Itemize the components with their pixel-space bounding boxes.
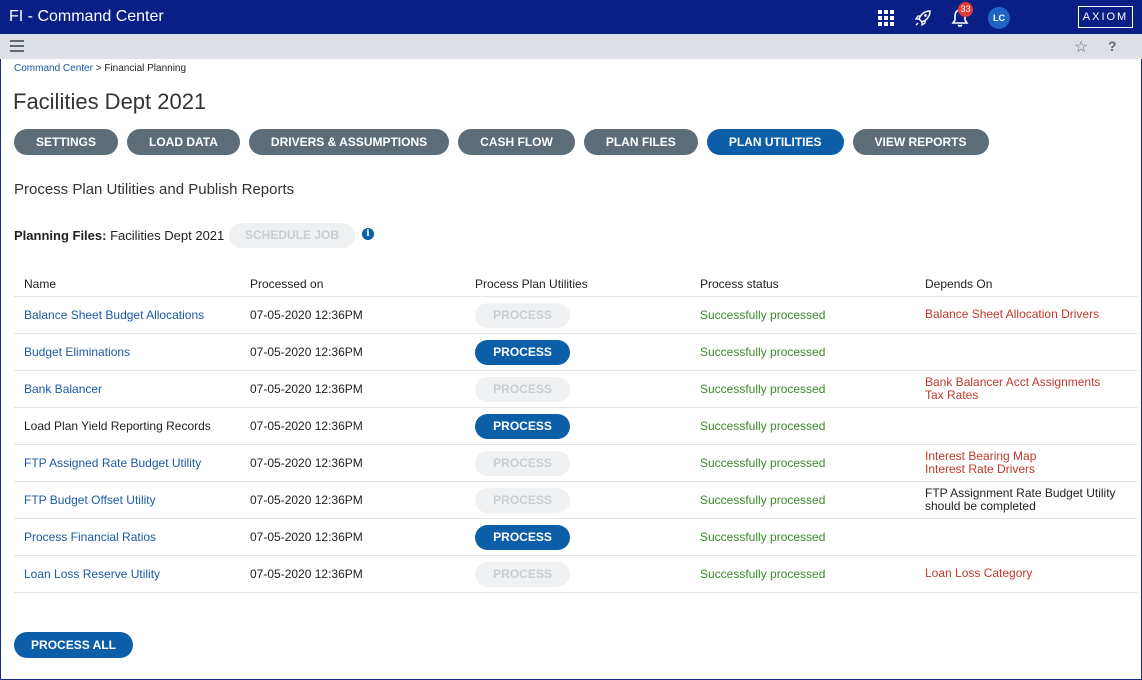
process-button: PROCESS [475, 451, 570, 476]
help-icon[interactable]: ? [1108, 38, 1117, 54]
process-button: PROCESS [475, 488, 570, 513]
process-button[interactable]: PROCESS [475, 340, 570, 365]
processed-on: 07-05-2020 12:36PM [250, 456, 363, 470]
hamburger-menu-icon[interactable] [10, 40, 24, 53]
processed-on: 07-05-2020 12:36PM [250, 419, 363, 433]
utility-name[interactable]: FTP Budget Offset Utility [24, 493, 156, 507]
processed-on: 07-05-2020 12:36PM [250, 308, 363, 322]
table-body: Balance Sheet Budget Allocations 07-05-20… [14, 297, 1138, 593]
tab-cash-flow[interactable]: CASH FLOW [458, 129, 575, 155]
tab-settings[interactable]: SETTINGS [14, 129, 119, 155]
star-icon[interactable]: ☆ [1074, 37, 1088, 57]
dependency-link[interactable]: Interest Rate Drivers [925, 463, 1036, 476]
process-status: Successfully processed [700, 382, 826, 396]
header-process[interactable]: Process Plan Utilities [475, 277, 588, 291]
breadcrumb-current: Financial Planning [104, 63, 187, 74]
breadcrumb-command-center[interactable]: Command Center [14, 63, 93, 74]
utility-name[interactable]: Bank Balancer [24, 382, 102, 396]
rocket-icon[interactable] [912, 7, 934, 29]
depends-on: Loan Loss Category [925, 567, 1032, 580]
planning-files-label: Planning Files: [14, 228, 107, 243]
planning-files-value: Facilities Dept 2021 [110, 228, 225, 243]
tab-load-data[interactable]: LOAD DATA [127, 129, 240, 155]
processed-on: 07-05-2020 12:36PM [250, 567, 363, 581]
process-button: PROCESS [475, 562, 570, 587]
notification-badge[interactable]: 33 [958, 2, 973, 17]
axiom-logo: AXIOM [1078, 6, 1133, 28]
processed-on: 07-05-2020 12:36PM [250, 345, 363, 359]
breadcrumb-separator: > [95, 63, 102, 74]
table-row: Budget Eliminations 07-05-2020 12:36PM PRO… [14, 334, 1138, 371]
utility-name[interactable]: Balance Sheet Budget Allocations [24, 308, 204, 322]
depends-on: FTP Assignment Rate Budget Utility should… [925, 487, 1116, 513]
table-row: FTP Assigned Rate Budget Utility 07-05-20… [14, 445, 1138, 482]
process-status: Successfully processed [700, 493, 826, 507]
page-title: Facilities Dept 2021 [13, 89, 207, 114]
table-row: Load Plan Yield Reporting Records 07-05-2… [14, 408, 1138, 445]
sub-toolbar: ☆ ? [0, 34, 1142, 59]
process-button[interactable]: PROCESS [475, 414, 570, 439]
table-header: Name Processed on Process Plan Utilities… [14, 270, 1138, 297]
top-bar: FI - Command Center 33 LC AXIOM [0, 0, 1142, 34]
table-row: FTP Budget Offset Utility 07-05-2020 12:3… [14, 482, 1138, 519]
dependency-note: should be completed [925, 499, 1036, 513]
breadcrumb: Command Center > Financial Planning [14, 63, 186, 74]
header-name[interactable]: Name [24, 277, 56, 291]
dependency-link[interactable]: Balance Sheet Allocation Drivers [925, 308, 1099, 321]
processed-on: 07-05-2020 12:36PM [250, 493, 363, 507]
process-status: Successfully processed [700, 419, 826, 433]
tab-plan-utilities[interactable]: PLAN UTILITIES [706, 129, 844, 155]
utility-name[interactable]: Budget Eliminations [24, 345, 130, 359]
process-button: PROCESS [475, 303, 570, 328]
process-status: Successfully processed [700, 530, 826, 544]
process-status: Successfully processed [700, 308, 826, 322]
info-icon[interactable]: i [362, 228, 374, 240]
utility-name[interactable]: Loan Loss Reserve Utility [24, 567, 160, 581]
table-row: Balance Sheet Budget Allocations 07-05-20… [14, 297, 1138, 334]
utility-name[interactable]: FTP Assigned Rate Budget Utility [24, 456, 201, 470]
depends-on: Balance Sheet Allocation Drivers [925, 308, 1099, 321]
apps-grid-icon[interactable] [875, 7, 897, 29]
utility-name: Load Plan Yield Reporting Records [24, 419, 211, 433]
header-processed-on[interactable]: Processed on [250, 277, 323, 291]
processed-on: 07-05-2020 12:36PM [250, 382, 363, 396]
table-row: Process Financial Ratios 07-05-2020 12:36… [14, 519, 1138, 556]
processed-on: 07-05-2020 12:36PM [250, 530, 363, 544]
table-row: Loan Loss Reserve Utility 07-05-2020 12:3… [14, 556, 1138, 593]
tab-bar: SETTINGS LOAD DATA DRIVERS & ASSUMPTIONS CA… [14, 129, 989, 155]
tab-view-reports[interactable]: VIEW REPORTS [852, 129, 989, 155]
dependency-link[interactable]: Loan Loss Category [925, 567, 1032, 580]
tab-plan-files[interactable]: PLAN FILES [583, 129, 698, 155]
planning-files: Planning Files: Facilities Dept 2021 [14, 228, 224, 243]
avatar[interactable]: LC [988, 7, 1010, 29]
utility-name[interactable]: Process Financial Ratios [24, 530, 156, 544]
process-all-button[interactable]: PROCESS ALL [14, 632, 133, 658]
process-status: Successfully processed [700, 567, 826, 581]
header-status[interactable]: Process status [700, 277, 779, 291]
process-button: PROCESS [475, 377, 570, 402]
tab-drivers-assumptions[interactable]: DRIVERS & ASSUMPTIONS [248, 129, 450, 155]
schedule-job-button[interactable]: SCHEDULE JOB [229, 223, 355, 248]
dependency-link[interactable]: Tax Rates [925, 389, 1100, 402]
utilities-table: Name Processed on Process Plan Utilities… [14, 270, 1138, 593]
app-title: FI - Command Center [9, 8, 164, 25]
section-title: Process Plan Utilities and Publish Repor… [14, 181, 295, 198]
depends-on: Bank Balancer Acct Assignments Tax Rates [925, 376, 1100, 402]
process-status: Successfully processed [700, 345, 826, 359]
process-status: Successfully processed [700, 456, 826, 470]
process-button[interactable]: PROCESS [475, 525, 570, 550]
table-row: Bank Balancer 07-05-2020 12:36PM PROCESS Su… [14, 371, 1138, 408]
depends-on: Interest Bearing Map Interest Rate Driver… [925, 450, 1036, 476]
header-depends-on[interactable]: Depends On [925, 277, 992, 291]
